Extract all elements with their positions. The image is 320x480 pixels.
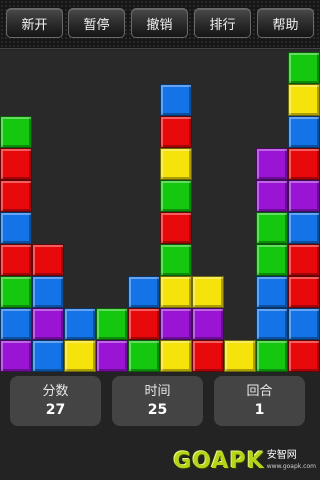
green-block[interactable] xyxy=(0,276,32,308)
green-block[interactable] xyxy=(256,212,288,244)
purple-block[interactable] xyxy=(32,308,64,340)
goapk-watermark-logo: GOAPK 安智网 www.goapk.com xyxy=(173,448,316,474)
green-block[interactable] xyxy=(256,244,288,276)
time-value: 25 xyxy=(147,402,168,418)
purple-block[interactable] xyxy=(288,180,320,212)
yellow-block[interactable] xyxy=(160,276,192,308)
watermark-sub: 安智网 www.goapk.com xyxy=(267,450,316,472)
red-block[interactable] xyxy=(0,244,32,276)
green-block[interactable] xyxy=(160,244,192,276)
blue-block[interactable] xyxy=(288,212,320,244)
green-block[interactable] xyxy=(128,340,160,372)
stats-bar: 分数 27 时间 25 回合 1 xyxy=(0,372,320,430)
purple-block[interactable] xyxy=(96,340,128,372)
purple-block[interactable] xyxy=(256,148,288,180)
purple-block[interactable] xyxy=(0,340,32,372)
ranking-button[interactable]: 排行 xyxy=(194,8,251,38)
blue-block[interactable] xyxy=(32,340,64,372)
blue-block[interactable] xyxy=(0,212,32,244)
blue-block[interactable] xyxy=(256,308,288,340)
red-block[interactable] xyxy=(288,244,320,276)
blue-block[interactable] xyxy=(64,308,96,340)
help-button[interactable]: 帮助 xyxy=(257,8,314,38)
yellow-block[interactable] xyxy=(160,148,192,180)
red-block[interactable] xyxy=(128,308,160,340)
round-value: 1 xyxy=(254,402,265,418)
watermark-url: www.goapk.com xyxy=(266,463,316,470)
time-label: 时间 xyxy=(144,384,171,399)
red-block[interactable] xyxy=(288,276,320,308)
blue-block[interactable] xyxy=(160,84,192,116)
purple-block[interactable] xyxy=(160,308,192,340)
watermark-cn: 安智网 xyxy=(266,450,297,461)
toolbar: 新开 暂停 撤销 排行 帮助 xyxy=(0,0,320,49)
green-block[interactable] xyxy=(96,308,128,340)
blue-block[interactable] xyxy=(0,308,32,340)
score-value: 27 xyxy=(45,402,66,418)
purple-block[interactable] xyxy=(256,180,288,212)
blue-block[interactable] xyxy=(128,276,160,308)
yellow-block[interactable] xyxy=(224,340,256,372)
red-block[interactable] xyxy=(288,148,320,180)
round-label: 回合 xyxy=(246,384,273,399)
red-block[interactable] xyxy=(160,212,192,244)
red-block[interactable] xyxy=(160,116,192,148)
blue-block[interactable] xyxy=(32,276,64,308)
yellow-block[interactable] xyxy=(288,84,320,116)
blue-block[interactable] xyxy=(288,116,320,148)
new-game-button[interactable]: 新开 xyxy=(6,8,63,38)
blue-block[interactable] xyxy=(256,276,288,308)
yellow-block[interactable] xyxy=(160,340,192,372)
purple-block[interactable] xyxy=(192,308,224,340)
blue-block[interactable] xyxy=(288,308,320,340)
red-block[interactable] xyxy=(0,148,32,180)
green-block[interactable] xyxy=(256,340,288,372)
score-label: 分数 xyxy=(42,384,69,399)
game-board[interactable] xyxy=(0,50,320,372)
yellow-block[interactable] xyxy=(64,340,96,372)
red-block[interactable] xyxy=(192,340,224,372)
red-block[interactable] xyxy=(288,340,320,372)
time-panel: 时间 25 xyxy=(112,376,203,426)
green-block[interactable] xyxy=(288,52,320,84)
round-panel: 回合 1 xyxy=(214,376,305,426)
yellow-block[interactable] xyxy=(192,276,224,308)
green-block[interactable] xyxy=(160,180,192,212)
red-block[interactable] xyxy=(0,180,32,212)
watermark-brand: GOAPK xyxy=(173,448,265,474)
pause-button[interactable]: 暂停 xyxy=(68,8,125,38)
red-block[interactable] xyxy=(32,244,64,276)
score-panel: 分数 27 xyxy=(10,376,101,426)
green-block[interactable] xyxy=(0,116,32,148)
undo-button[interactable]: 撤销 xyxy=(131,8,188,38)
